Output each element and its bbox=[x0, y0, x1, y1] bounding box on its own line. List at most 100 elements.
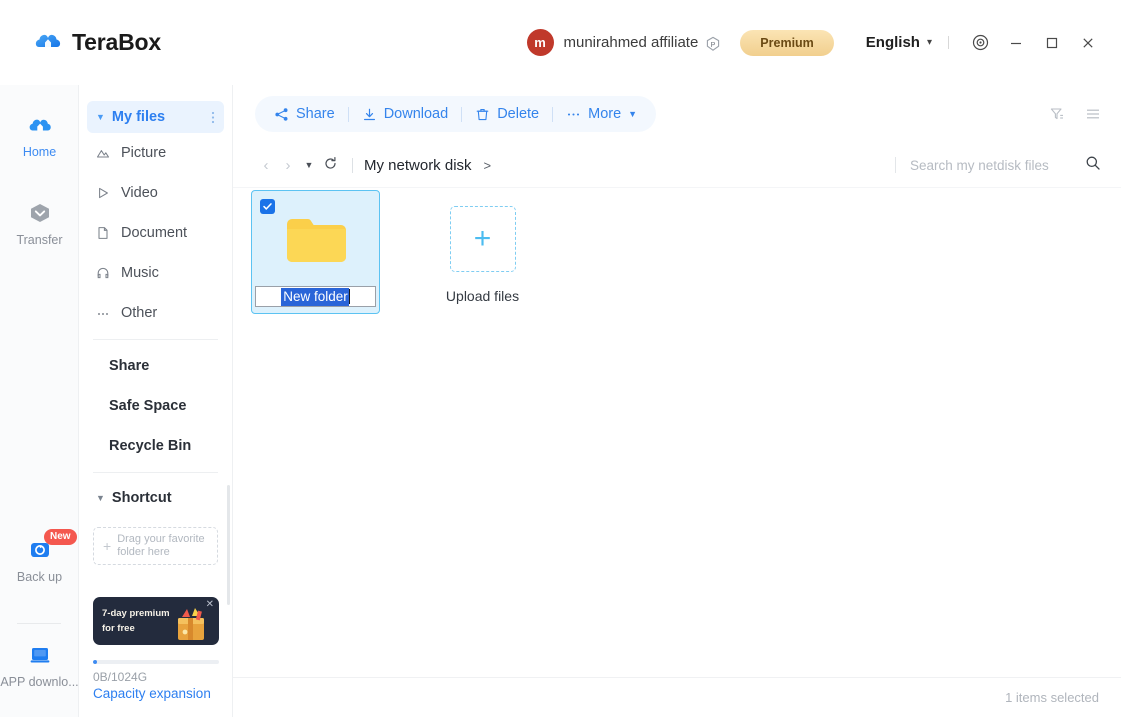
download-icon bbox=[362, 107, 377, 122]
file-grid: New folder + Upload files bbox=[233, 187, 1121, 677]
file-tile-folder[interactable]: New folder bbox=[251, 190, 380, 314]
sidebar-item-recycle-bin[interactable]: Recycle Bin bbox=[79, 426, 232, 466]
search-box bbox=[895, 155, 1101, 175]
sidebar-item-picture[interactable]: Picture bbox=[79, 133, 232, 173]
sidebar-label-shortcut: Shortcut bbox=[111, 490, 172, 506]
back-button[interactable]: ‹ bbox=[255, 157, 277, 174]
download-button[interactable]: Download bbox=[349, 96, 462, 132]
share-button[interactable]: Share bbox=[261, 96, 348, 132]
dropzone-text: Drag your favorite folder here bbox=[117, 533, 204, 559]
gift-box-icon bbox=[169, 602, 215, 644]
share-button-label: Share bbox=[296, 106, 335, 122]
rail-item-backup[interactable]: New Back up bbox=[0, 520, 79, 586]
search-icon[interactable] bbox=[1085, 155, 1101, 175]
sidebar-header-my-files[interactable]: ▼ My files bbox=[87, 101, 224, 133]
plus-icon: + bbox=[473, 222, 492, 255]
folder-rename-input[interactable]: New folder bbox=[255, 286, 376, 307]
sidebar-item-other[interactable]: Other bbox=[79, 293, 232, 333]
backup-sync-icon bbox=[26, 536, 54, 564]
dropzone-line2: folder here bbox=[117, 546, 170, 558]
sidebar-divider bbox=[93, 339, 218, 340]
sidebar-label-share: Share bbox=[109, 358, 150, 374]
delete-button[interactable]: Delete bbox=[462, 96, 552, 132]
action-toolbar: Share Download Delete More ▼ bbox=[233, 85, 1121, 143]
chevron-down-icon: ▼ bbox=[628, 109, 638, 119]
folder-rename-value: New folder bbox=[281, 287, 349, 306]
capacity-expansion-link[interactable]: Capacity expansion bbox=[93, 686, 219, 701]
capacity-widget: 0B/1024G Capacity expansion bbox=[93, 660, 219, 701]
folder-checkbox[interactable] bbox=[260, 199, 275, 214]
kebab-menu-icon[interactable] bbox=[211, 110, 215, 125]
close-button[interactable] bbox=[1073, 28, 1103, 58]
sidebar-item-share[interactable]: Share bbox=[79, 346, 232, 386]
folder-icon bbox=[285, 215, 348, 265]
rail-label-home: Home bbox=[22, 145, 57, 159]
chevron-down-icon: ▾ bbox=[926, 37, 932, 48]
brand-name: TeraBox bbox=[72, 29, 161, 55]
breadcrumb-separator: > bbox=[483, 157, 492, 173]
app-download-icon bbox=[26, 641, 54, 669]
svg-text:P: P bbox=[711, 42, 716, 49]
cloud-icon bbox=[26, 111, 54, 139]
music-headphone-icon bbox=[96, 266, 113, 280]
sidebar-label-my-files: My files bbox=[111, 109, 166, 125]
plus-icon: + bbox=[103, 538, 112, 554]
sidebar-label-safe-space: Safe Space bbox=[109, 398, 187, 414]
main-content: Share Download Delete More ▼ ‹ › ▼ My ne… bbox=[233, 85, 1121, 717]
checkmark-icon bbox=[263, 203, 272, 210]
status-bar: 1 items selected bbox=[233, 677, 1121, 717]
upload-dropzone[interactable]: + bbox=[449, 206, 516, 272]
promo-line1: 7-day premium bbox=[102, 608, 170, 619]
breadcrumb-path[interactable]: My network disk bbox=[364, 157, 472, 174]
sidebar-item-video[interactable]: Video bbox=[79, 173, 232, 213]
sidebar-header-shortcut[interactable]: ▼ Shortcut bbox=[79, 479, 232, 517]
settings-icon[interactable] bbox=[965, 28, 995, 58]
more-button-label: More bbox=[588, 106, 622, 122]
titlebar-right: m munirahmed affiliate P Premium English… bbox=[526, 0, 1121, 85]
sidebar-label-other: Other bbox=[121, 305, 158, 321]
shortcut-dropzone[interactable]: + Drag your favorite folder here bbox=[93, 527, 218, 565]
dropzone-line1: Drag your favorite bbox=[117, 533, 205, 545]
triangle-down-icon: ▼ bbox=[96, 493, 105, 503]
text-cursor bbox=[348, 289, 350, 304]
sidebar-item-safe-space[interactable]: Safe Space bbox=[79, 386, 232, 426]
maximize-button[interactable] bbox=[1037, 28, 1067, 58]
rail-label-backup: Back up bbox=[16, 570, 63, 584]
rail-item-transfer[interactable]: Transfer bbox=[0, 183, 79, 249]
minimize-button[interactable] bbox=[1001, 28, 1031, 58]
sidebar-scrollbar[interactable] bbox=[227, 485, 230, 605]
history-dropdown-icon[interactable]: ▼ bbox=[299, 160, 319, 170]
rail-divider bbox=[17, 623, 61, 624]
sidebar-item-music[interactable]: Music bbox=[79, 253, 232, 293]
picture-icon bbox=[96, 146, 113, 160]
more-button[interactable]: More ▼ bbox=[553, 96, 650, 132]
filter-icon[interactable] bbox=[1049, 106, 1065, 122]
search-divider bbox=[895, 157, 896, 173]
sidebar-label-video: Video bbox=[121, 185, 158, 201]
document-icon bbox=[96, 226, 113, 240]
video-play-icon bbox=[96, 186, 113, 200]
user-name[interactable]: munirahmed affiliate bbox=[564, 34, 699, 51]
terabox-window: TeraBox m munirahmed affiliate P Premium… bbox=[0, 0, 1121, 717]
list-view-icon[interactable] bbox=[1085, 106, 1101, 122]
avatar[interactable]: m bbox=[526, 29, 554, 56]
p-diamond-icon: P bbox=[705, 36, 721, 52]
capacity-bar bbox=[93, 660, 219, 664]
share-nodes-icon bbox=[274, 107, 289, 122]
sidebar-item-document[interactable]: Document bbox=[79, 213, 232, 253]
rail-label-transfer: Transfer bbox=[16, 232, 63, 247]
forward-button[interactable]: › bbox=[277, 157, 299, 174]
refresh-icon[interactable] bbox=[319, 156, 341, 174]
sidebar-label-recycle-bin: Recycle Bin bbox=[109, 438, 192, 454]
rail-item-home[interactable]: Home bbox=[0, 95, 79, 161]
promo-banner[interactable]: 7-day premium for free ✕ bbox=[93, 597, 219, 645]
capacity-value: 0B/1024G bbox=[93, 670, 148, 684]
language-selector[interactable]: English ▾ bbox=[866, 34, 932, 51]
upload-files-tile[interactable]: + Upload files bbox=[418, 190, 547, 304]
delete-button-label: Delete bbox=[497, 106, 540, 122]
premium-badge[interactable]: Premium bbox=[740, 29, 834, 56]
sidebar: ▼ My files Picture Video Document Music … bbox=[79, 85, 233, 717]
search-input[interactable] bbox=[910, 157, 1075, 173]
toolbar-tools bbox=[1049, 106, 1101, 122]
rail-item-app-download[interactable]: APP downlo... bbox=[0, 625, 79, 691]
